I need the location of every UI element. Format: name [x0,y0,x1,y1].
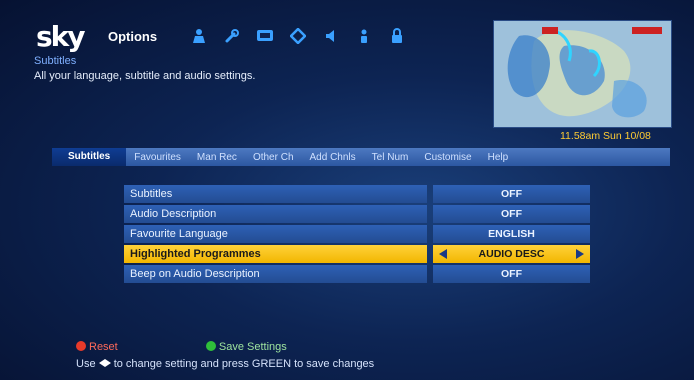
right-arrow-icon [104,359,111,367]
live-tv-preview [493,20,672,128]
red-button-icon [76,341,86,351]
tab-help[interactable]: Help [480,152,517,163]
tab-favourites[interactable]: Favourites [126,152,189,163]
clock: 11.58am Sun 10/08 [560,130,651,142]
tab-other-ch[interactable]: Other Ch [245,152,302,163]
menu-title: Options [108,29,158,44]
save-settings-button[interactable]: Save Settings [205,341,287,353]
setting-row-favourite-language[interactable]: Favourite Language ENGLISH [124,225,596,243]
tv-icon[interactable] [256,27,274,45]
setting-row-audio-description[interactable]: Audio Description OFF [124,205,596,223]
breadcrumb: Subtitles [34,55,77,67]
setting-row-highlighted-programmes[interactable]: Highlighted Programmes AUDIO DESC [124,245,596,263]
tab-add-chnls[interactable]: Add Chnls [302,152,364,163]
left-arrow-icon[interactable] [439,249,447,259]
page-description: All your language, subtitle and audio se… [34,70,256,82]
tab-subtitles[interactable]: Subtitles [52,148,127,166]
reset-label: Reset [89,341,118,353]
options-icon-bar [190,24,406,48]
person-icon[interactable] [190,27,208,45]
setting-row-beep-on-audio-description[interactable]: Beep on Audio Description OFF [124,265,596,283]
user-icon[interactable] [355,27,373,45]
setting-value-selector[interactable]: AUDIO DESC [433,245,590,263]
setting-label: Highlighted Programmes [124,245,427,263]
tv-screen: sky Options Subtitles All your language,… [0,0,694,380]
reset-button[interactable]: Reset [76,341,121,353]
tag-icon[interactable] [289,27,307,45]
setting-label: Audio Description [124,205,427,223]
sky-logo: sky [36,20,86,53]
setting-value[interactable]: OFF [433,205,590,223]
hint-suffix: to change setting and press GREEN to sav… [113,358,375,370]
lock-icon[interactable] [388,27,406,45]
tab-man-rec[interactable]: Man Rec [189,152,245,163]
footer-actions: Reset Save Settings [76,341,287,353]
setting-label: Beep on Audio Description [124,265,427,283]
tab-customise[interactable]: Customise [416,152,479,163]
setting-label: Favourite Language [124,225,427,243]
speaker-icon[interactable] [322,27,340,45]
right-arrow-icon[interactable] [576,249,584,259]
setting-row-subtitles[interactable]: Subtitles OFF [124,185,596,203]
wrench-icon[interactable] [223,27,241,45]
setting-value[interactable]: OFF [433,185,590,203]
green-button-icon [205,341,216,351]
tab-tel-num[interactable]: Tel Num [364,152,417,163]
tab-bar: Subtitles Favourites Man Rec Other Ch Ad… [52,148,670,166]
setting-value[interactable]: ENGLISH [433,225,590,243]
setting-label: Subtitles [124,185,427,203]
settings-list: Subtitles OFF Audio Description OFF Favo… [124,185,596,285]
setting-value: AUDIO DESC [478,248,545,260]
help-hint: Use to change setting and press GREEN to… [76,358,374,370]
hint-prefix: Use [76,358,96,370]
save-settings-label: Save Settings [218,341,287,353]
setting-value[interactable]: OFF [433,265,590,283]
